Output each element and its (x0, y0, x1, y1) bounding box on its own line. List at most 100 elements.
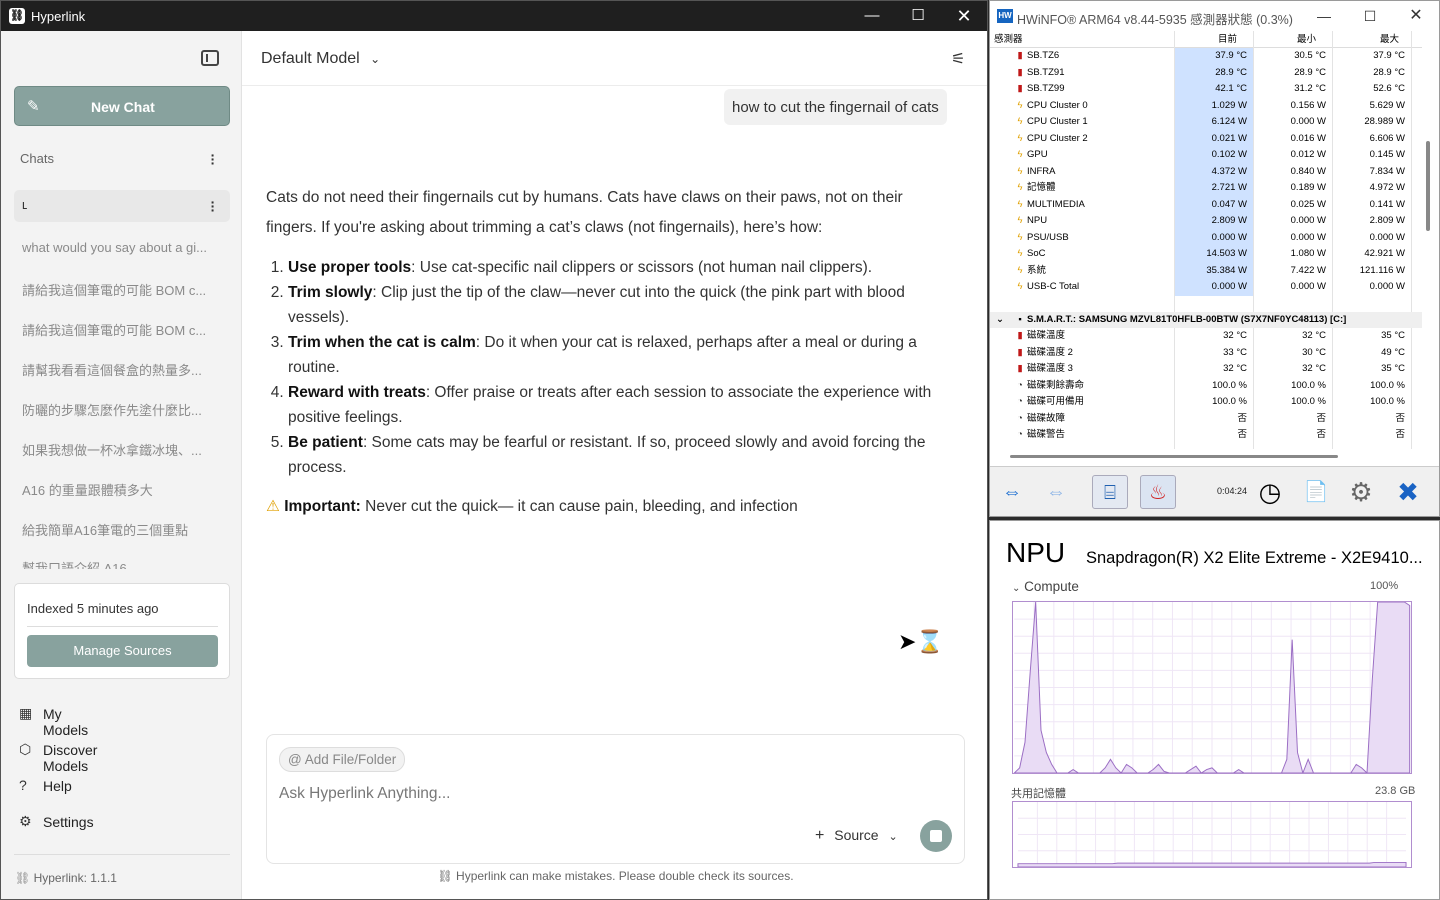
sensor-name: 記憶體 (1027, 182, 1056, 193)
hyperlink-titlebar: ⛓ Hyperlink — ☐ ✕ (1, 1, 987, 31)
sensor-min: 否 (1316, 412, 1326, 424)
sensor-row[interactable]: ▮ 磁碟溫度 32 °C 32 °C 35 °C (990, 328, 1422, 345)
sensor-row[interactable]: ϟ CPU Cluster 0 1.029 W 0.156 W 5.629 W (990, 97, 1422, 114)
sensor-row[interactable]: ϟ USB-C Total 0.000 W 0.000 W 0.000 W (990, 279, 1422, 296)
sensor-min: 32 °C (1302, 330, 1326, 341)
stop-button[interactable] (920, 820, 952, 852)
chat-item[interactable]: what would you say about a gi... (22, 240, 222, 255)
close-icon[interactable]: ✕ (1393, 1, 1439, 31)
lightning-icon: ϟ (1017, 215, 1023, 226)
vertical-scrollbar[interactable] (1426, 141, 1430, 231)
sensor-max: 6.606 W (1369, 132, 1405, 144)
taskmanager-npu-panel: NPU Snapdragon(R) X2 Elite Extreme - X2E… (989, 520, 1440, 900)
sensor-max: 49 °C (1381, 346, 1405, 358)
sensor-row[interactable]: ϟ MULTIMEDIA 0.047 W 0.025 W 0.141 W (990, 196, 1422, 213)
minimize-icon[interactable]: — (849, 1, 895, 31)
chat-options-icon[interactable]: · · · (210, 195, 216, 217)
sensor-min: 32 °C (1302, 363, 1326, 374)
maximize-icon[interactable]: ☐ (895, 1, 941, 31)
answer-warning: ⚠ Important: Never cut the quick— it can… (266, 492, 956, 522)
sensor-row[interactable]: ◔ 磁碟剩餘壽命 100.0 % 100.0 % 100.0 % (990, 378, 1422, 395)
add-report-icon[interactable]: 📄 (1298, 475, 1334, 509)
sensor-current: 0.000 W (1175, 279, 1253, 296)
close-icon[interactable]: ✕ (941, 1, 987, 31)
chat-item[interactable]: 幫我口語介紹 A16 (22, 558, 222, 569)
shared-memory-chart (1012, 801, 1412, 868)
sensor-row[interactable]: ◔ 磁碟故障 否 否 否 (990, 411, 1422, 428)
sliders-icon[interactable]: ⚟ (951, 49, 965, 69)
npu-title: NPU (1006, 537, 1066, 568)
collapse-arrows-icon[interactable]: ⇔ (1038, 475, 1074, 509)
sensor-row[interactable]: ϟ NPU 2.809 W 0.000 W 2.809 W (990, 213, 1422, 230)
sensor-row[interactable]: ϟ GPU 0.102 W 0.012 W 0.145 W (990, 147, 1422, 164)
sensor-row[interactable]: ▮ 磁碟溫度 2 33 °C 30 °C 49 °C (990, 345, 1422, 362)
answer-step: Be patient: Some cats may be fearful or … (288, 430, 956, 480)
manage-sources-button[interactable]: Manage Sources (27, 635, 218, 667)
compute-label: Compute (1024, 579, 1079, 594)
sensor-row[interactable]: ϟ CPU Cluster 1 6.124 W 0.000 W 28.989 W (990, 114, 1422, 131)
npu-device-name: Snapdragon(R) X2 Elite Extreme - X2E9410… (1086, 549, 1423, 567)
sensor-row[interactable]: ϟ 記憶體 2.721 W 0.189 W 4.972 W (990, 180, 1422, 197)
lightning-icon: ϟ (1017, 165, 1023, 177)
column-header[interactable]: 最小 (1254, 31, 1332, 48)
arrows-left-right-icon[interactable]: ⇔ (994, 475, 1030, 509)
lightning-icon: ϟ (1017, 198, 1023, 210)
new-chat-button[interactable]: ✎ New Chat (14, 86, 230, 126)
gear-icon[interactable]: ⚙ (1343, 475, 1379, 509)
chat-item[interactable]: 請給我這個筆電的可能 BOM c... (22, 320, 222, 339)
prompt-input[interactable] (279, 782, 949, 806)
column-header[interactable]: 目前 (1175, 31, 1253, 48)
sensor-row[interactable]: ▮ SB.TZ6 37.9 °C 30.5 °C 37.9 °C (990, 48, 1422, 65)
sensor-group-header[interactable]: ⌄ ▪ S.M.A.R.T.: SAMSUNG MZVL81T0HFLB-00BTW… (990, 311, 1422, 328)
step-title: Be patient (288, 434, 363, 451)
add-file-button[interactable]: @ Add File/Folder (279, 747, 406, 772)
new-chat-label: New Chat (91, 99, 155, 115)
step-title: Trim when the cat is calm (288, 334, 476, 351)
chat-item[interactable]: 給我簡單A16筆電的三個重點 (22, 520, 222, 539)
sensor-row[interactable]: ϟ 系統 35.384 W 7.422 W 121.116 W (990, 262, 1422, 279)
sensor-row[interactable]: ϟ INFRA 4.372 W 0.840 W 7.834 W (990, 163, 1422, 180)
window-title: HWiNFO® ARM64 v8.44-5935 感測器狀態 (0.3%) (1017, 13, 1293, 27)
lightning-icon: ϟ (1017, 99, 1023, 111)
sensor-row[interactable]: ◔ 磁碟警告 否 否 否 (990, 427, 1422, 444)
column-header[interactable]: 感測器 (994, 31, 1023, 48)
indexed-status: Indexed 5 minutes ago (27, 601, 159, 616)
chat-item[interactable]: A16 的重量跟體積多大 (22, 480, 222, 499)
compute-selector[interactable]: ⌄ Compute (1012, 579, 1079, 594)
close-sensors-icon[interactable]: ✖ (1390, 475, 1426, 509)
network-icon[interactable]: ⌸ (1092, 475, 1128, 509)
source-button[interactable]: + Source ⌄ (815, 827, 898, 845)
sensor-max: 7.834 W (1369, 165, 1405, 177)
chat-item[interactable]: 如果我想做一杯冰拿鐵冰塊、... (22, 440, 222, 459)
sensor-row[interactable]: ϟ CPU Cluster 2 0.021 W 0.016 W 6.606 W (990, 130, 1422, 147)
sensor-name: INFRA (1027, 165, 1056, 177)
chat-item[interactable]: 防曬的步驟怎麼作先塗什麼比... (22, 400, 222, 419)
user-message: how to cut the fingernail of cats (724, 89, 947, 125)
model-name: Default Model (261, 50, 360, 67)
sensor-min: 否 (1316, 429, 1326, 440)
thermometer-icon: ▮ (1017, 346, 1023, 358)
horizontal-scrollbar[interactable] (1010, 455, 1338, 458)
cpu-flame-icon[interactable]: ♨ (1140, 475, 1176, 509)
sensor-row[interactable]: ▮ SB.TZ99 42.1 °C 31.2 °C 52.6 °C (990, 81, 1422, 98)
chat-item-active[interactable]: ʟ · · · (14, 190, 230, 222)
sidebar-collapse-icon[interactable] (201, 50, 219, 66)
model-selector[interactable]: Default Model ⌄ (261, 50, 380, 68)
answer-step: Trim when the cat is calm: Do it when yo… (288, 330, 956, 380)
sensor-row[interactable]: ◔ 磁碟可用備用 100.0 % 100.0 % 100.0 % (990, 394, 1422, 411)
clock-icon[interactable]: ◷ (1252, 475, 1288, 509)
window-title: Hyperlink (31, 9, 86, 24)
chat-item[interactable]: 請幫我看看這個餐盒的熱量多... (22, 360, 222, 379)
sensor-row[interactable]: ϟ SoC 14.503 W 1.080 W 42.921 W (990, 246, 1422, 263)
sensor-row[interactable]: ▮ SB.TZ91 28.9 °C 28.9 °C 28.9 °C (990, 64, 1422, 81)
sensor-row[interactable]: ▮ 磁碟溫度 3 32 °C 32 °C 35 °C (990, 361, 1422, 378)
sensor-min: 100.0 % (1291, 379, 1326, 391)
sensor-max: 0.141 W (1369, 198, 1405, 210)
maximize-icon[interactable]: ☐ (1347, 1, 1393, 31)
sensor-row[interactable]: ϟ PSU/USB 0.000 W 0.000 W 0.000 W (990, 229, 1422, 246)
column-header[interactable]: 最大 (1333, 31, 1411, 48)
minimize-icon[interactable]: — (1301, 1, 1347, 31)
chats-menu-icon[interactable]: · · · (210, 148, 216, 170)
chat-item[interactable]: 請給我這個筆電的可能 BOM c... (22, 280, 222, 299)
thermometer-icon: ▮ (1017, 66, 1023, 78)
